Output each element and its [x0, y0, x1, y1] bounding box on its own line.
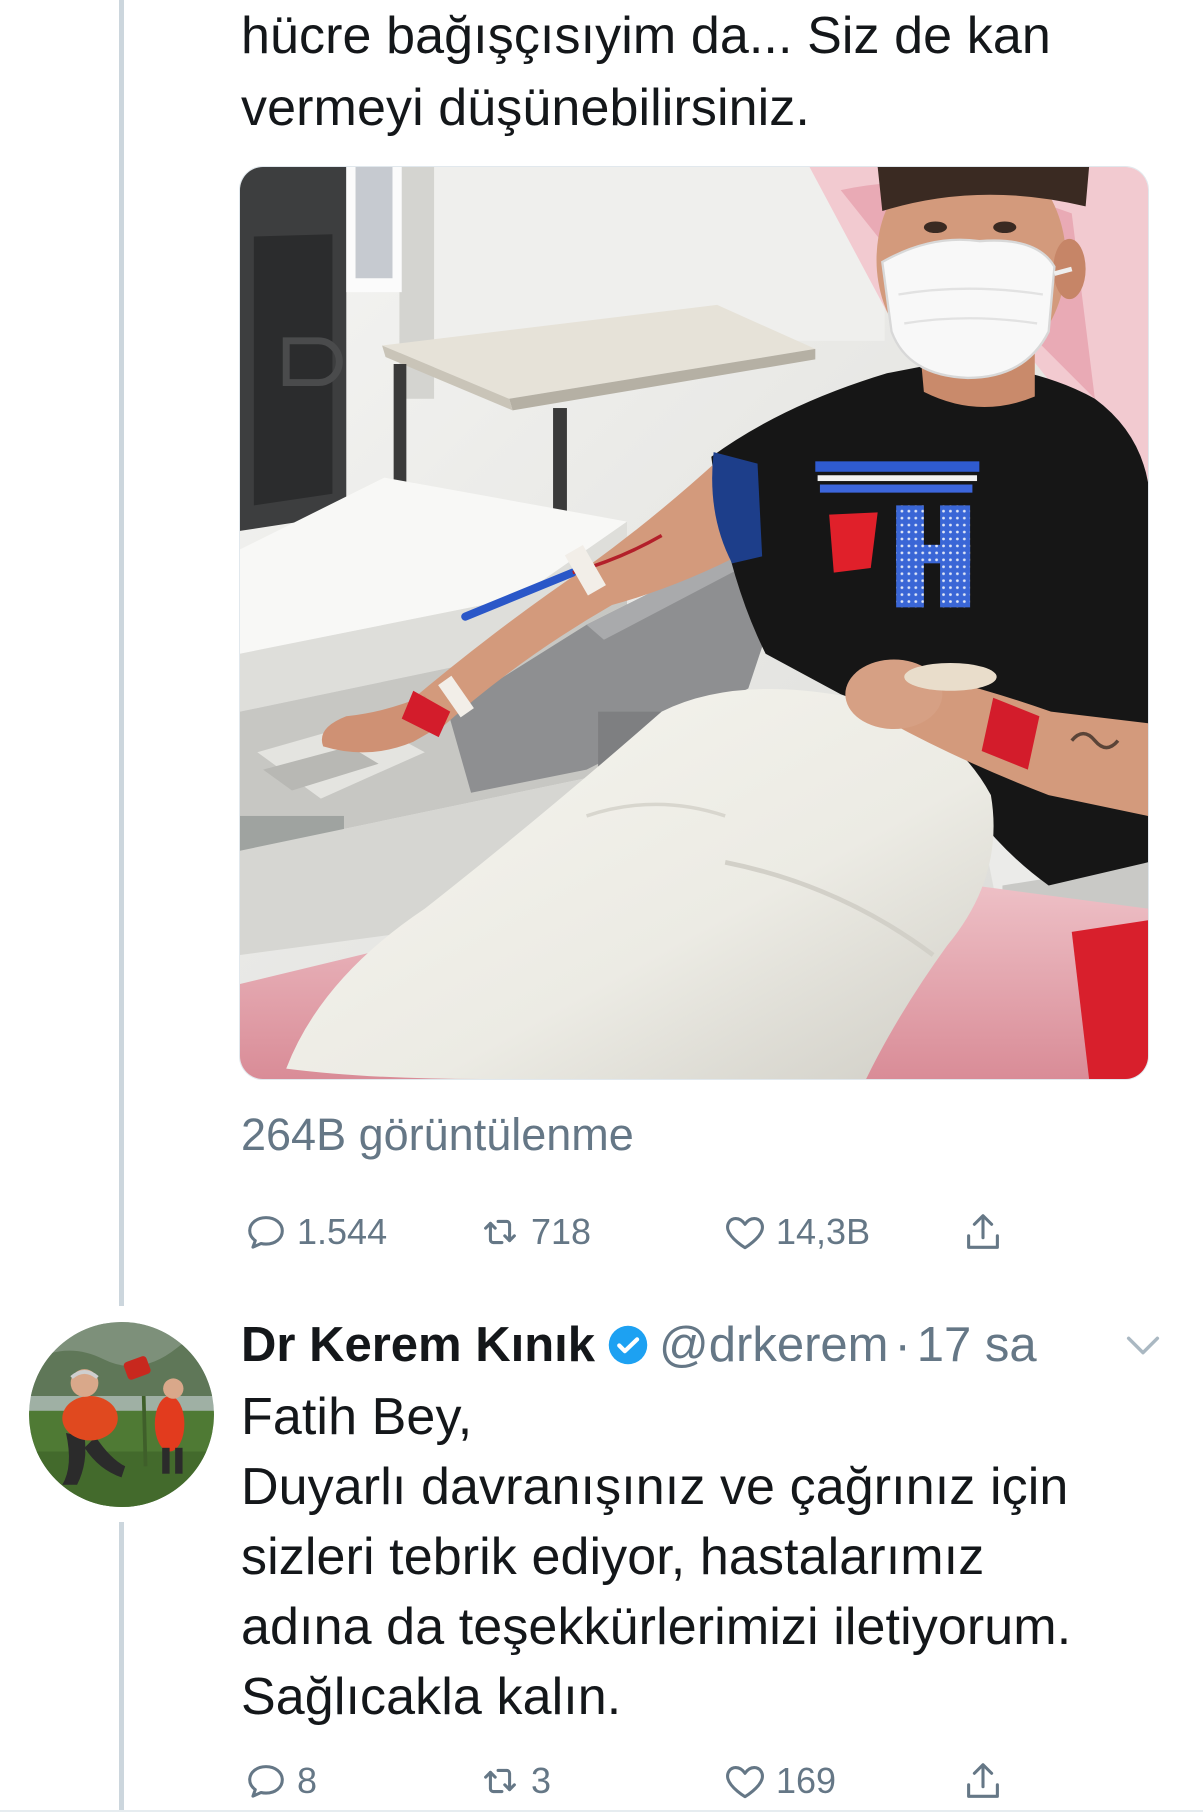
reply-button[interactable]: 1.544	[243, 1207, 387, 1257]
dark-wall-panel	[240, 167, 347, 531]
retweet-button[interactable]: 3	[477, 1756, 551, 1806]
reply-count: 1.544	[297, 1211, 388, 1252]
heart-icon	[726, 1766, 764, 1799]
header-separator: ·	[894, 1318, 911, 1372]
reply-icon	[248, 1216, 284, 1249]
reply-count: 8	[297, 1760, 318, 1801]
reply-text: Fatih Bey, Duyarlı davranışınız ve çağrı…	[241, 1382, 1071, 1732]
retweet-button[interactable]: 718	[477, 1207, 591, 1257]
reply-text-line: adına da teşekkürlerimizi iletiyorum.	[241, 1598, 1072, 1656]
like-button[interactable]: 14,3B	[722, 1207, 870, 1257]
reply-text-line: Duyarlı davranışınız ve çağrınız için	[241, 1458, 1069, 1516]
author-name[interactable]: Dr Kerem Kınık	[241, 1317, 595, 1373]
like-button[interactable]: 169	[722, 1756, 836, 1806]
share-button[interactable]	[960, 1207, 1006, 1257]
video-thumbnail[interactable]	[239, 166, 1149, 1080]
window	[346, 167, 402, 293]
reply-text-line: Fatih Bey,	[241, 1388, 473, 1446]
retweet-count: 3	[531, 1760, 552, 1801]
chevron-down-icon	[1126, 1336, 1160, 1355]
avatar[interactable]	[29, 1322, 214, 1507]
video-frame	[240, 167, 1148, 1079]
verified-badge-icon	[608, 1325, 648, 1365]
author-handle[interactable]: @drkerem	[659, 1317, 888, 1373]
retweet-icon	[484, 1768, 516, 1794]
like-count: 169	[776, 1760, 837, 1801]
retweet-icon	[484, 1219, 516, 1245]
share-icon	[967, 1214, 999, 1249]
reply-text-line: sizleri tebrik ediyor, hastalarımız	[241, 1528, 985, 1586]
tweet-timestamp[interactable]: 17 sa	[917, 1317, 1037, 1373]
share-icon	[967, 1763, 999, 1798]
thread-line-top	[119, 0, 124, 1306]
tweet-text-line: hücre bağışçısıyim da... Siz de kan	[241, 7, 1051, 65]
retweet-count: 718	[531, 1211, 592, 1252]
avatar-photo	[29, 1322, 214, 1507]
reply-action-bar: 8 3 169	[0, 1756, 1203, 1806]
tweet-text-line: vermeyi düşünebilirsiniz.	[241, 79, 810, 137]
tweet-action-bar: 1.544 718 14,3B	[0, 1207, 1203, 1257]
reply-button[interactable]: 8	[243, 1756, 317, 1806]
view-count: 264B görüntülenme	[241, 1109, 634, 1160]
reply-header: Dr Kerem Kınık @drkerem · 17 sa	[241, 1317, 1037, 1373]
like-count: 14,3B	[776, 1211, 871, 1252]
more-options-button[interactable]	[1120, 1322, 1166, 1368]
tweet-text: hücre bağışçısıyim da... Siz de kan verm…	[241, 0, 1051, 144]
reply-icon	[248, 1765, 284, 1798]
heart-icon	[726, 1217, 764, 1250]
tweet-divider	[0, 1810, 1203, 1812]
share-button[interactable]	[960, 1756, 1006, 1806]
reply-text-line: Sağlıcakla kalın.	[241, 1668, 622, 1726]
